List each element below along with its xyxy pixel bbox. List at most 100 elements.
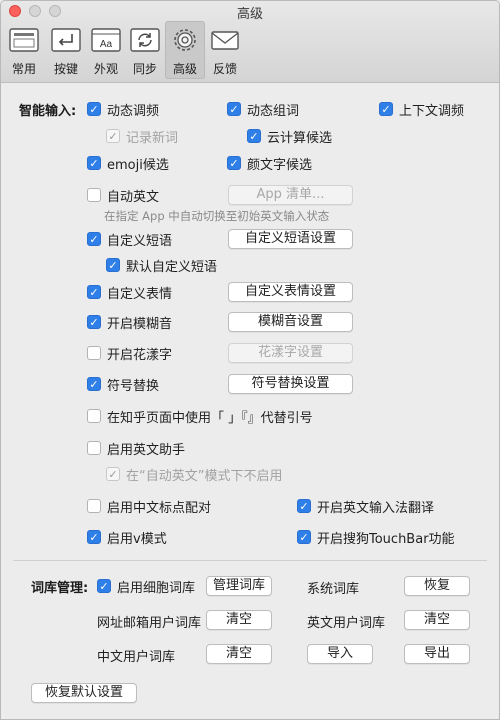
fuzzy-pinyin-settings-button[interactable]: 模糊音设置 (228, 312, 353, 332)
url-email-lexicon-label: 网址邮箱用户词库 (97, 616, 202, 631)
checkmark-icon: ✓ (87, 285, 101, 299)
v-mode-checkbox[interactable]: ✓ 启用v模式 (87, 528, 167, 547)
english-translate-label: 开启英文输入法翻译 (317, 500, 435, 516)
toolbar-tab-advanced[interactable]: 高级 (165, 21, 205, 79)
fancy-text-checkbox[interactable]: 开启花漾字 (87, 344, 173, 363)
default-custom-phrase-label: 默认自定义短语 (126, 259, 218, 275)
toolbar-label-sync: 同步 (132, 62, 157, 76)
fancy-text-settings-button[interactable]: 花漾字设置 (228, 343, 353, 363)
checkmark-icon: ✓ (97, 579, 111, 593)
toolbar-label-general: 常用 (11, 62, 36, 76)
gear-icon (174, 29, 196, 51)
checkmark-icon: ✓ (87, 232, 101, 246)
fancy-text-label: 开启花漾字 (107, 347, 173, 363)
english-translate-checkbox[interactable]: ✓ 开启英文输入法翻译 (297, 497, 435, 516)
english-assistant-checkbox[interactable]: 启用英文助手 (87, 439, 185, 458)
dynamic-freq-checkbox[interactable]: ✓ 动态调频 (87, 100, 159, 119)
cell-lexicon-checkbox[interactable]: ✓ 启用细胞词库 (97, 577, 196, 596)
checkmark-icon: ✓ (379, 102, 393, 116)
zhihu-quotes-label: 在知乎页面中使用「 」『』代替引号 (107, 410, 313, 426)
symbol-replace-checkbox[interactable]: ✓ 符号替换 (87, 375, 160, 394)
auto-english-checkbox[interactable]: 自动英文 (87, 186, 160, 205)
toolbar-tab-feedback[interactable]: 反馈 (206, 21, 244, 79)
checkmark-icon: ✓ (87, 156, 101, 170)
smart-input-section-label: 智能输入: (19, 104, 77, 119)
general-icon (9, 28, 39, 52)
custom-phrase-label: 自定义短语 (107, 233, 173, 249)
record-new-words-checkbox[interactable]: ✓ 记录新词 (106, 127, 179, 146)
cn-punct-pair-checkbox[interactable]: 启用中文标点配对 (87, 497, 212, 516)
manage-lexicon-button[interactable]: 管理词库 (206, 576, 272, 596)
context-freq-label: 上下文调频 (399, 103, 465, 119)
svg-text:Aa: Aa (100, 39, 113, 50)
auto-english-hint: 在指定 App 中自动切换至初始英文输入状态 (104, 209, 330, 223)
titlebar: 高级 常用 按键 Aa 外观 同步 高级 反馈 (1, 1, 499, 83)
section-divider (13, 560, 487, 561)
restore-defaults-button[interactable]: 恢复默认设置 (31, 683, 137, 703)
custom-phrase-settings-button[interactable]: 自定义短语设置 (228, 229, 353, 249)
kaomoji-candidates-checkbox[interactable]: ✓ 颜文字候选 (227, 154, 313, 173)
zhihu-quotes-checkbox[interactable]: 在知乎页面中使用「 」『』代替引号 (87, 407, 313, 426)
dynamic-group-checkbox[interactable]: ✓ 动态组词 (227, 100, 299, 119)
record-new-words-label: 记录新词 (126, 130, 179, 146)
checkmark-icon: ✓ (227, 156, 241, 170)
clear-cn-user-lexicon-button[interactable]: 清空 (206, 644, 272, 664)
checkmark-icon: ✓ (87, 530, 101, 544)
toolbar-tab-keys[interactable]: 按键 (47, 21, 85, 79)
toolbar-label-keys: 按键 (53, 62, 78, 76)
checkmark-icon: ✓ (106, 129, 120, 143)
system-lexicon-label: 系统词库 (307, 582, 360, 597)
checkmark-icon: ✓ (227, 102, 241, 116)
checkmark-icon: ✓ (297, 499, 311, 513)
checkmark-icon: ✓ (87, 377, 101, 391)
toolbar-label-feedback: 反馈 (212, 62, 237, 76)
emoji-candidates-label: emoji候选 (107, 157, 169, 173)
toolbar-tab-appearance[interactable]: Aa 外观 (87, 21, 125, 79)
custom-emoticon-checkbox[interactable]: ✓ 自定义表情 (87, 283, 173, 302)
mail-icon (211, 31, 239, 50)
toolbar-label-appearance: 外观 (93, 62, 118, 76)
keys-icon (51, 28, 81, 52)
context-freq-checkbox[interactable]: ✓ 上下文调频 (379, 100, 465, 119)
checkmark-icon: ✓ (106, 467, 120, 481)
checkmark-icon: ✓ (87, 315, 101, 329)
auto-english-label: 自动英文 (107, 189, 160, 205)
restore-system-lexicon-button[interactable]: 恢复 (404, 576, 470, 596)
custom-phrase-checkbox[interactable]: ✓ 自定义短语 (87, 230, 173, 249)
checkmark-icon: ✓ (106, 258, 120, 272)
checkmark-icon: ✓ (87, 102, 101, 116)
export-lexicon-button[interactable]: 导出 (404, 644, 470, 664)
kaomoji-candidates-label: 颜文字候选 (247, 157, 313, 173)
english-assistant-auto-english-checkbox[interactable]: ✓ 在“自动英文”模式下不启用 (106, 465, 283, 484)
app-list-button[interactable]: App 清单... (228, 185, 353, 205)
import-lexicon-button[interactable]: 导入 (307, 644, 373, 664)
symbol-replace-label: 符号替换 (107, 378, 160, 394)
toolbar-tab-sync[interactable]: 同步 (126, 21, 164, 79)
cn-user-lexicon-label: 中文用户词库 (97, 650, 176, 665)
appearance-icon: Aa (91, 28, 121, 52)
sync-icon (130, 28, 160, 52)
toolbar-tab-general[interactable]: 常用 (5, 21, 43, 79)
clear-en-user-lexicon-button[interactable]: 清空 (404, 610, 470, 630)
cn-punct-pair-label: 启用中文标点配对 (107, 500, 212, 516)
fuzzy-pinyin-checkbox[interactable]: ✓ 开启模糊音 (87, 313, 173, 332)
emoji-candidates-checkbox[interactable]: ✓ emoji候选 (87, 154, 169, 173)
symbol-replace-settings-button[interactable]: 符号替换设置 (228, 374, 353, 394)
en-user-lexicon-label: 英文用户词库 (307, 616, 386, 631)
custom-emoticon-settings-button[interactable]: 自定义表情设置 (228, 282, 353, 302)
checkmark-icon: ✓ (297, 530, 311, 544)
toolbar-label-advanced: 高级 (172, 62, 197, 76)
english-assistant-auto-english-label: 在“自动英文”模式下不启用 (126, 468, 283, 484)
lexicon-section-label: 词库管理: (31, 581, 89, 596)
touchbar-label: 开启搜狗TouchBar功能 (317, 531, 455, 547)
clear-url-email-lexicon-button[interactable]: 清空 (206, 610, 272, 630)
v-mode-label: 启用v模式 (107, 531, 167, 547)
cloud-candidates-checkbox[interactable]: ✓ 云计算候选 (247, 127, 332, 146)
custom-emoticon-label: 自定义表情 (107, 286, 173, 302)
touchbar-checkbox[interactable]: ✓ 开启搜狗TouchBar功能 (297, 528, 455, 547)
default-custom-phrase-checkbox[interactable]: ✓ 默认自定义短语 (106, 256, 218, 275)
fuzzy-pinyin-label: 开启模糊音 (107, 316, 173, 332)
window-title: 高级 (236, 7, 263, 22)
preferences-window: 高级 常用 按键 Aa 外观 同步 高级 反馈 智能输入: ✓ 动态调频 ✓ 动… (0, 0, 500, 720)
cell-lexicon-label: 启用细胞词库 (117, 580, 196, 596)
